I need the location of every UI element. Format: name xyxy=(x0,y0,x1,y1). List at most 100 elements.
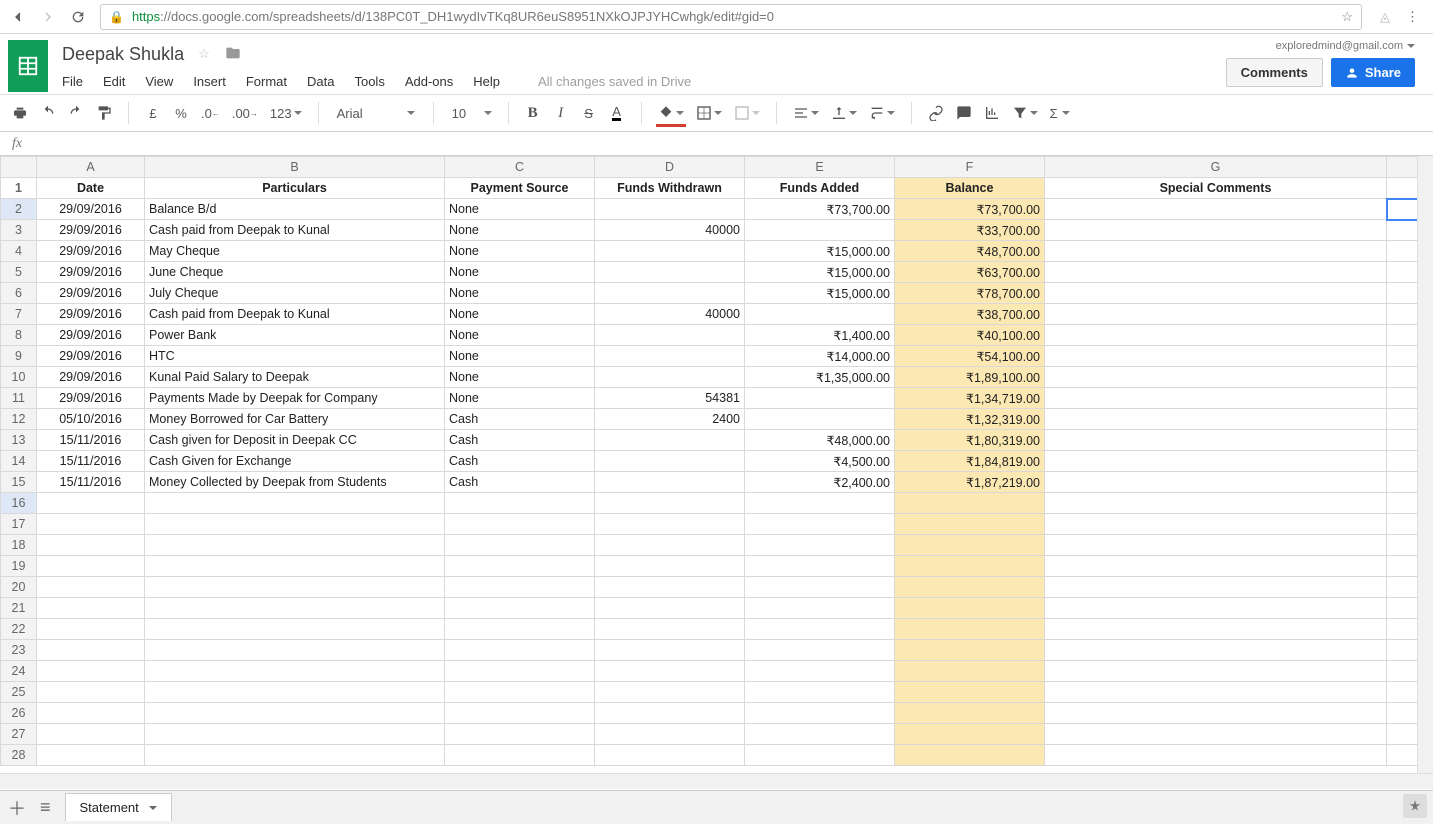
cell[interactable]: 15/11/2016 xyxy=(37,430,145,451)
number-format-button[interactable]: 123 xyxy=(266,101,306,125)
cell[interactable]: ₹15,000.00 xyxy=(745,283,895,304)
row-header[interactable]: 9 xyxy=(1,346,37,367)
col-header-E[interactable]: E xyxy=(745,157,895,178)
decrease-decimal-button[interactable]: .0← xyxy=(197,101,224,125)
col-header-B[interactable]: B xyxy=(145,157,445,178)
cell[interactable] xyxy=(745,745,895,766)
cell[interactable] xyxy=(1045,409,1387,430)
cell[interactable] xyxy=(895,514,1045,535)
cell[interactable]: ₹48,700.00 xyxy=(895,241,1045,262)
cell[interactable]: None xyxy=(445,325,595,346)
cell[interactable] xyxy=(445,535,595,556)
cell[interactable] xyxy=(1045,640,1387,661)
sheets-logo-icon[interactable] xyxy=(8,40,48,92)
star-icon[interactable]: ☆ xyxy=(1341,9,1353,25)
cell[interactable]: None xyxy=(445,262,595,283)
cell[interactable] xyxy=(37,598,145,619)
comments-button[interactable]: Comments xyxy=(1226,58,1323,87)
cell[interactable] xyxy=(1045,514,1387,535)
row-header[interactable]: 22 xyxy=(1,619,37,640)
cell[interactable] xyxy=(1045,304,1387,325)
cell[interactable]: 29/09/2016 xyxy=(37,367,145,388)
cell[interactable]: None xyxy=(445,304,595,325)
row-header[interactable]: 5 xyxy=(1,262,37,283)
back-icon[interactable] xyxy=(10,9,26,25)
cell[interactable] xyxy=(745,304,895,325)
font-select[interactable]: Arial xyxy=(331,106,421,121)
cell[interactable] xyxy=(595,598,745,619)
cell[interactable] xyxy=(145,661,445,682)
cell-header[interactable]: Special Comments xyxy=(1045,178,1387,199)
insert-comment-icon[interactable] xyxy=(952,101,976,125)
cell[interactable] xyxy=(595,619,745,640)
cell[interactable]: None xyxy=(445,346,595,367)
cell[interactable] xyxy=(445,640,595,661)
cell[interactable]: None xyxy=(445,199,595,220)
share-button[interactable]: Share xyxy=(1331,58,1415,87)
cell[interactable] xyxy=(595,262,745,283)
cell[interactable]: None xyxy=(445,220,595,241)
cell[interactable] xyxy=(595,640,745,661)
cell[interactable] xyxy=(145,493,445,514)
cell[interactable]: 29/09/2016 xyxy=(37,283,145,304)
cell[interactable]: ₹63,700.00 xyxy=(895,262,1045,283)
cell[interactable] xyxy=(1045,745,1387,766)
cell[interactable]: 54381 xyxy=(595,388,745,409)
cell[interactable] xyxy=(595,199,745,220)
chrome-menu-icon[interactable]: ⋮ xyxy=(1406,9,1419,25)
cell[interactable] xyxy=(1045,556,1387,577)
cell[interactable] xyxy=(37,514,145,535)
undo-icon[interactable] xyxy=(36,101,60,125)
cell[interactable] xyxy=(1045,493,1387,514)
insert-link-icon[interactable] xyxy=(924,101,948,125)
row-header[interactable]: 28 xyxy=(1,745,37,766)
merge-cells-button[interactable] xyxy=(730,101,764,125)
cell[interactable] xyxy=(145,577,445,598)
cell[interactable] xyxy=(895,682,1045,703)
cell[interactable] xyxy=(1045,598,1387,619)
cell[interactable] xyxy=(445,598,595,619)
cell[interactable]: 29/09/2016 xyxy=(37,262,145,283)
cell[interactable] xyxy=(745,577,895,598)
row-header[interactable]: 25 xyxy=(1,682,37,703)
col-header-C[interactable]: C xyxy=(445,157,595,178)
cell[interactable] xyxy=(895,703,1045,724)
row-header[interactable]: 14 xyxy=(1,451,37,472)
row-header[interactable]: 8 xyxy=(1,325,37,346)
cell[interactable] xyxy=(895,724,1045,745)
cell[interactable]: Cash xyxy=(445,472,595,493)
cell[interactable] xyxy=(595,367,745,388)
cell[interactable] xyxy=(895,745,1045,766)
cell[interactable] xyxy=(445,514,595,535)
row-header[interactable]: 10 xyxy=(1,367,37,388)
add-sheet-button[interactable]: ＋ xyxy=(8,795,26,821)
star-icon[interactable]: ☆ xyxy=(198,46,210,62)
cell[interactable] xyxy=(1045,682,1387,703)
cell[interactable] xyxy=(895,598,1045,619)
cell[interactable] xyxy=(745,514,895,535)
cell[interactable] xyxy=(595,472,745,493)
cell[interactable] xyxy=(145,598,445,619)
cell[interactable] xyxy=(145,745,445,766)
percent-button[interactable]: % xyxy=(169,101,193,125)
cell[interactable]: June Cheque xyxy=(145,262,445,283)
cell[interactable]: ₹15,000.00 xyxy=(745,241,895,262)
folder-icon[interactable] xyxy=(224,45,242,64)
cell[interactable] xyxy=(37,661,145,682)
cell[interactable]: ₹1,35,000.00 xyxy=(745,367,895,388)
cell[interactable] xyxy=(745,409,895,430)
row-header[interactable]: 17 xyxy=(1,514,37,535)
cell[interactable]: Cash xyxy=(445,409,595,430)
cell[interactable] xyxy=(1045,241,1387,262)
cell[interactable]: ₹73,700.00 xyxy=(895,199,1045,220)
cell[interactable]: 40000 xyxy=(595,304,745,325)
cell[interactable] xyxy=(745,619,895,640)
cell[interactable]: ₹1,84,819.00 xyxy=(895,451,1045,472)
row-header[interactable]: 11 xyxy=(1,388,37,409)
cell[interactable] xyxy=(745,598,895,619)
cell[interactable]: None xyxy=(445,388,595,409)
cell[interactable]: 29/09/2016 xyxy=(37,388,145,409)
col-header-F[interactable]: F xyxy=(895,157,1045,178)
cell[interactable]: 40000 xyxy=(595,220,745,241)
address-bar[interactable]: 🔒 https://docs.google.com/spreadsheets/d… xyxy=(100,4,1362,30)
